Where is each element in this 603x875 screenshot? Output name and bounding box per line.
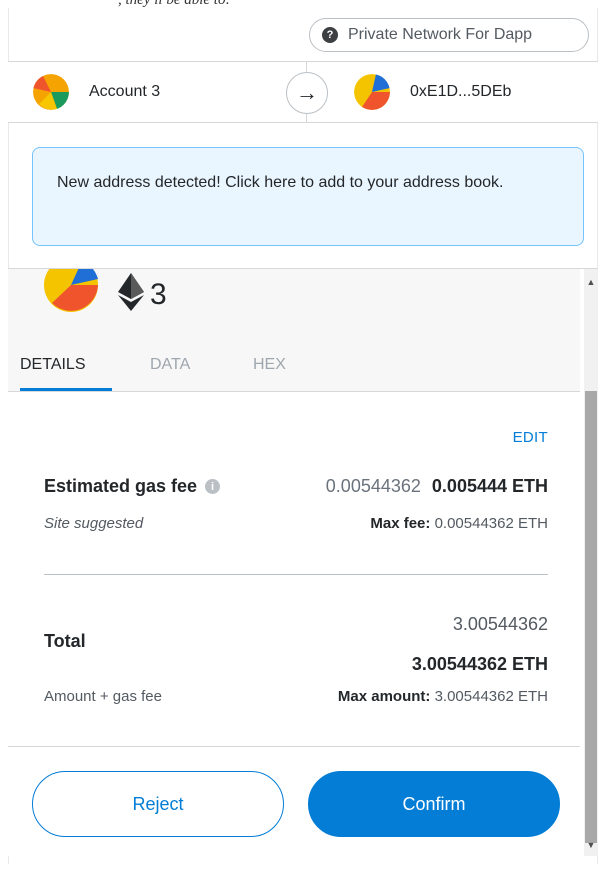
edit-button[interactable]: EDIT (513, 429, 548, 446)
total-primary: 3.00544362 ETH (411, 654, 548, 674)
to-account[interactable]: 0xE1D...5DEb (354, 74, 511, 110)
gas-fee-label: Estimated gas fee (44, 476, 198, 496)
arrow-right-icon: → (286, 72, 328, 114)
ethereum-icon (118, 273, 144, 316)
question-dot-icon: ? (322, 27, 338, 43)
eth-amount-value: 3 (150, 277, 167, 311)
to-avatar-icon (354, 74, 390, 110)
scroll-up-icon[interactable]: ▲ (584, 275, 598, 289)
confirm-button[interactable]: Confirm (308, 771, 560, 837)
reject-button[interactable]: Reject (32, 771, 284, 837)
from-avatar-icon (33, 74, 69, 110)
network-label: Private Network For Dapp (348, 26, 533, 43)
tab-active-indicator (20, 388, 112, 391)
total-label: Total (44, 631, 86, 651)
amount-gas-label: Amount + gas fee (44, 688, 162, 705)
amount-area: 3 (8, 269, 580, 344)
network-selector[interactable]: ? Private Network For Dapp (309, 18, 589, 52)
scroll-thumb[interactable] (585, 391, 597, 843)
details-divider (44, 574, 548, 575)
gas-fee-primary: 0.005444 ETH (431, 476, 548, 496)
eth-amount: 3 (118, 273, 167, 316)
alert-text: New address detected! Click here to add … (57, 174, 504, 191)
max-amount: Max amount: 3.00544362 ETH (338, 688, 548, 705)
site-suggested-label: Site suggested (44, 515, 144, 532)
max-amount-value: 3.00544362 ETH (434, 688, 548, 705)
tab-details[interactable]: DETAILS (20, 356, 86, 374)
max-fee-value: 0.00544362 ETH (434, 515, 548, 532)
scrollbar[interactable]: ▲ ▼ (584, 269, 598, 856)
footer: Reject Confirm (8, 746, 580, 856)
gas-fee-values: 0.00544362 0.005444 ETH (326, 476, 548, 497)
tab-bar: DETAILS DATA HEX (8, 344, 580, 392)
max-amount-label: Max amount: (337, 688, 431, 705)
from-account-label: Account 3 (89, 83, 161, 100)
account-bar: Account 3 → 0xE1D...5DEb (8, 61, 598, 123)
scroll-down-icon[interactable]: ▼ (584, 838, 598, 852)
details-panel: EDIT Estimated gas fee i 0.00544362 0.00… (8, 392, 580, 746)
max-fee: Max fee: 0.00544362 ETH (370, 515, 548, 532)
new-address-alert[interactable]: New address detected! Click here to add … (32, 147, 584, 246)
info-icon[interactable]: i (205, 479, 221, 494)
tab-hex[interactable]: HEX (253, 356, 286, 374)
gas-fee-secondary: 0.00544362 (325, 476, 421, 496)
max-fee-label: Max fee: (370, 515, 431, 532)
total-secondary: 3.00544362 (452, 614, 548, 634)
tab-data[interactable]: DATA (150, 356, 190, 374)
recipient-avatar-icon (44, 269, 98, 313)
from-account[interactable]: Account 3 (33, 74, 160, 110)
gas-fee-title: Estimated gas fee i (44, 476, 221, 497)
to-account-label: 0xE1D...5DEb (410, 83, 512, 100)
